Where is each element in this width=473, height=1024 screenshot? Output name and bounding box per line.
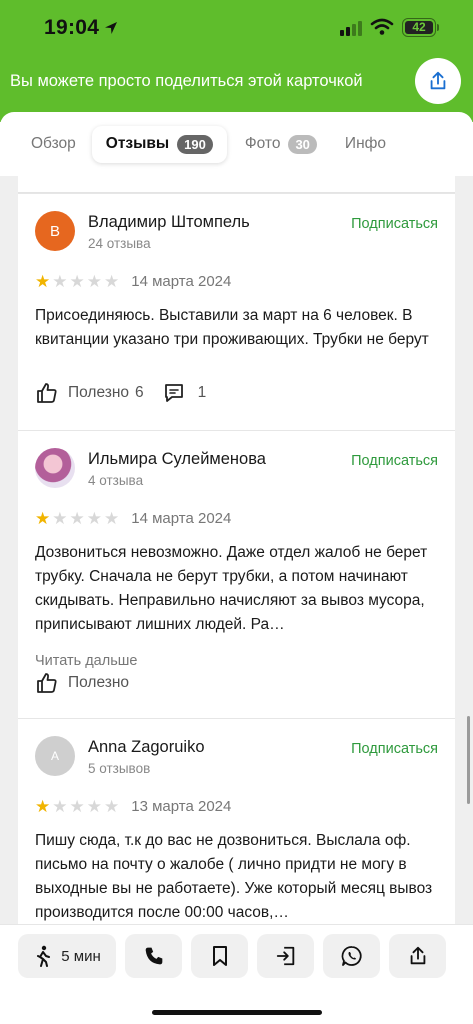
comment-icon [164, 384, 183, 402]
home-indicator[interactable] [152, 1010, 322, 1015]
enter-route-icon [276, 946, 294, 966]
route-button[interactable] [257, 934, 314, 978]
battery-tip [437, 24, 439, 31]
rating-row: ★ ★ ★ ★ ★ 14 марта 2024 [35, 510, 231, 527]
share-icon [430, 71, 446, 90]
star-rating: ★ ★ ★ ★ ★ [35, 273, 119, 290]
reviewer-reviews-count: 5 отзывов [88, 761, 151, 776]
avatar[interactable]: В [35, 211, 75, 251]
bookmark-button[interactable] [191, 934, 248, 978]
star-rating: ★ ★ ★ ★ ★ [35, 798, 119, 815]
share-icon [410, 946, 425, 965]
review-date: 13 марта 2024 [131, 798, 232, 815]
rating-row: ★ ★ ★ ★ ★ 14 марта 2024 [35, 273, 231, 290]
walk-time: 5 мин [61, 947, 101, 965]
review-text: Пишу сюда, т.к до вас не дозвониться. Вы… [35, 832, 433, 921]
tab-bar: Обзор Отзывы 190 Фото 30 Инфо [0, 112, 473, 176]
whatsapp-button[interactable] [323, 934, 380, 978]
tab-label: Обзор [31, 135, 76, 152]
review-card: В Владимир Штомпель 24 отзыва Подписатьс… [18, 193, 455, 430]
tab-label: Инфо [344, 135, 386, 152]
status-time: 19:04 [44, 16, 100, 39]
avatar[interactable] [35, 448, 75, 488]
star-icon: ★ [69, 272, 85, 291]
thumbs-up-icon[interactable] [35, 381, 59, 405]
review-text: Дозвониться невозможно. Даже отдел жалоб… [35, 544, 428, 633]
bookmark-icon [212, 946, 227, 966]
review-card: A Anna Zagoruiko 5 отзывов Подписаться ★… [18, 718, 455, 924]
tab-overview[interactable]: Обзор [17, 126, 90, 162]
signal-icon [340, 21, 362, 36]
star-icon: ★ [86, 797, 102, 816]
read-more-link[interactable]: Читать дальше [35, 653, 137, 669]
reviews-count-badge: 190 [177, 134, 213, 154]
star-icon: ★ [104, 272, 120, 291]
star-icon: ★ [52, 272, 68, 291]
phone-icon [145, 947, 162, 965]
review-date: 14 марта 2024 [131, 510, 232, 527]
review-actions: Полезно 6 1 [35, 381, 206, 405]
photos-count-badge: 30 [288, 134, 317, 154]
follow-button[interactable]: Подписаться [351, 216, 438, 232]
reviews-scroll-area[interactable]: В Владимир Штомпель 24 отзыва Подписатьс… [0, 176, 473, 924]
useful-count: 6 [135, 384, 144, 401]
star-icon: ★ [69, 509, 85, 528]
useful-label[interactable]: Полезно [68, 384, 129, 402]
star-icon: ★ [35, 272, 51, 291]
reviewer-reviews-count: 24 отзыва [88, 236, 151, 251]
star-icon: ★ [52, 509, 68, 528]
scrollbar[interactable] [467, 716, 470, 804]
comments-count: 1 [197, 384, 207, 401]
star-rating: ★ ★ ★ ★ ★ [35, 510, 119, 527]
tab-label: Отзывы [105, 135, 170, 152]
bottom-action-bar: 5 мин [0, 924, 473, 1024]
thumbs-up-icon[interactable] [35, 671, 59, 695]
useful-label[interactable]: Полезно [68, 674, 129, 692]
review-actions: Полезно [35, 671, 129, 695]
star-icon: ★ [86, 272, 102, 291]
reviewer-name[interactable]: Владимир Штомпель [88, 213, 250, 232]
follow-button[interactable]: Подписаться [351, 453, 438, 469]
walk-route-button[interactable]: 5 мин [18, 934, 116, 978]
share-card-button[interactable] [389, 934, 446, 978]
whatsapp-icon [341, 946, 362, 966]
battery-level: 42 [405, 21, 433, 34]
location-arrow-icon [105, 22, 117, 34]
wifi-icon [370, 18, 394, 35]
star-icon: ★ [35, 797, 51, 816]
star-icon: ★ [104, 509, 120, 528]
share-banner-text: Вы можете просто поделиться этой карточк… [10, 72, 363, 90]
tab-label: Фото [244, 135, 281, 152]
rating-row: ★ ★ ★ ★ ★ 13 марта 2024 [35, 798, 231, 815]
tab-reviews[interactable]: Отзывы 190 [92, 126, 227, 163]
tab-photos[interactable]: Фото 30 [231, 126, 331, 163]
reviews-list: В Владимир Штомпель 24 отзыва Подписатьс… [18, 176, 455, 924]
previous-review-card-edge [18, 176, 455, 193]
avatar[interactable]: A [35, 736, 75, 776]
star-icon: ★ [104, 797, 120, 816]
star-icon: ★ [35, 509, 51, 528]
review-text: Присоединяюсь. Выставили за март на 6 че… [35, 307, 429, 348]
reviewer-name[interactable]: Anna Zagoruiko [88, 738, 205, 757]
walk-icon [37, 945, 51, 967]
review-card: Ильмира Сулейменова 4 отзыва Подписаться… [18, 430, 455, 718]
comments-button[interactable]: 1 [162, 381, 207, 405]
status-bar: 19:04 42 [0, 0, 473, 58]
star-icon: ★ [69, 797, 85, 816]
battery-icon: 42 [402, 18, 436, 37]
tabs-panel: Обзор Отзывы 190 Фото 30 Инфо [0, 112, 473, 176]
top-green-header: 19:04 42 Вы можете просто поделиться это… [0, 0, 473, 122]
tab-info[interactable]: Инфо [331, 126, 400, 162]
star-icon: ★ [86, 509, 102, 528]
reviewer-reviews-count: 4 отзыва [88, 473, 144, 488]
star-icon: ★ [52, 797, 68, 816]
share-button[interactable] [415, 58, 461, 104]
reviewer-name[interactable]: Ильмира Сулейменова [88, 450, 266, 469]
follow-button[interactable]: Подписаться [351, 741, 438, 757]
review-date: 14 марта 2024 [131, 273, 232, 290]
call-button[interactable] [125, 934, 182, 978]
